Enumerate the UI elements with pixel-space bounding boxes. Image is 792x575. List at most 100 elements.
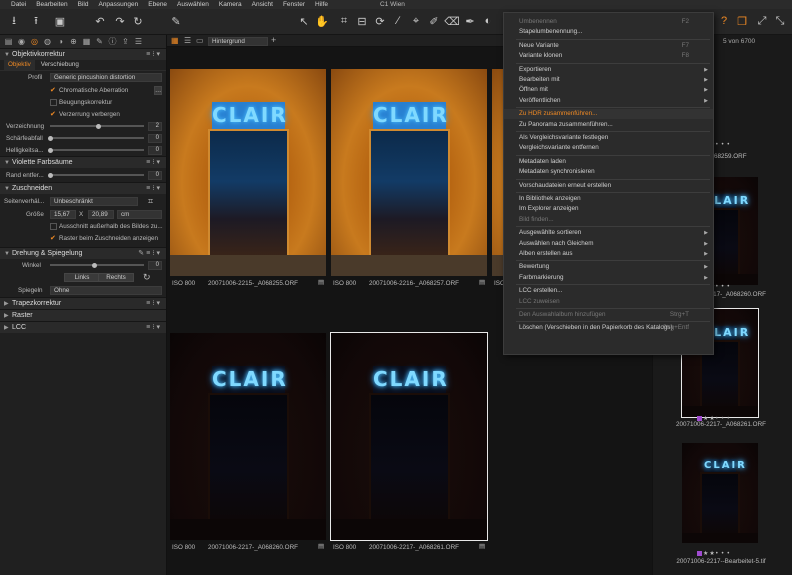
unit-dropdown[interactable]: cm bbox=[117, 209, 162, 219]
add-icon[interactable]: + bbox=[271, 35, 276, 45]
filmstrip-thumbnail[interactable]: CLAIR bbox=[682, 443, 758, 543]
context-menu-item[interactable]: In Bibliothek anzeigen bbox=[504, 194, 713, 204]
crop-tool-icon[interactable]: ⌗ bbox=[148, 196, 153, 207]
helligkeit-slider[interactable] bbox=[50, 149, 144, 151]
rotate-icon[interactable]: ⟳ bbox=[372, 13, 388, 29]
section-controls-icon[interactable]: ≡⁝▾ bbox=[146, 184, 162, 192]
helligkeit-value[interactable]: 0 bbox=[148, 145, 162, 155]
local-icon[interactable]: ▦ bbox=[82, 37, 91, 46]
section-drehung[interactable]: ▼ Drehung & Spiegelung ✎≡⁝▾ bbox=[0, 247, 166, 259]
pen-icon[interactable]: ✒ bbox=[462, 13, 478, 29]
section-zuschneiden[interactable]: ▼ Zuschneiden ≡⁝▾ bbox=[0, 182, 166, 194]
expand-icon[interactable]: ⤢ bbox=[754, 13, 770, 29]
verzeichnung-knob[interactable] bbox=[96, 123, 101, 129]
picker-icon[interactable]: ✎ bbox=[168, 13, 184, 29]
section-controls-icon[interactable]: ≡⁝▾ bbox=[146, 50, 162, 58]
verzeichnung-value[interactable]: 2 bbox=[148, 121, 162, 131]
helligkeit-knob[interactable] bbox=[48, 147, 53, 153]
grid-view-icon[interactable]: ▦ bbox=[171, 36, 179, 45]
beugung-checkbox[interactable] bbox=[50, 98, 57, 106]
rotate-right-button[interactable]: Rechts bbox=[98, 273, 134, 282]
rotate-left-button[interactable]: Links bbox=[64, 273, 100, 282]
context-menu-item[interactable]: Stapelumbenennung... bbox=[504, 27, 713, 37]
color-icon[interactable]: ◍ bbox=[43, 37, 52, 46]
context-menu-item[interactable]: Metadaten synchronisieren bbox=[504, 167, 713, 177]
context-menu-item[interactable]: Im Explorer anzeigen bbox=[504, 204, 713, 214]
verbergen-checkbox[interactable]: ✔ bbox=[50, 111, 57, 118]
thumbnail-image[interactable]: CLAIR bbox=[331, 69, 487, 276]
menu-item-datei[interactable]: Datei bbox=[6, 1, 31, 8]
schaerfe-value[interactable]: 0 bbox=[148, 133, 162, 143]
section-controls-icon[interactable]: ≡⁝▾ bbox=[146, 158, 162, 166]
layer-dropdown[interactable]: Hintergrund bbox=[208, 37, 268, 46]
context-menu-item[interactable]: Zu Panorama zusammenführen... bbox=[504, 120, 713, 130]
section-controls-icon[interactable]: ✎≡⁝▾ bbox=[138, 249, 162, 257]
list-view-icon[interactable]: ☰ bbox=[184, 36, 191, 45]
meta-icon[interactable]: ⓘ bbox=[108, 37, 117, 46]
height-input[interactable]: 20,89 bbox=[88, 209, 114, 219]
collapse-icon[interactable]: ⤡ bbox=[772, 13, 788, 29]
menu-item-auswählen[interactable]: Auswählen bbox=[172, 1, 214, 8]
menu-item-ansicht[interactable]: Ansicht bbox=[247, 1, 278, 8]
batch-icon[interactable]: ☰ bbox=[134, 37, 143, 46]
raster-checkbox[interactable]: ✔ bbox=[50, 235, 57, 242]
capture-icon[interactable]: ◉ bbox=[17, 37, 26, 46]
output-icon[interactable]: ⇪ bbox=[121, 37, 130, 46]
context-menu-item[interactable]: Vorschaudateien erneut erstellen bbox=[504, 181, 713, 191]
color-label-icon[interactable] bbox=[697, 551, 702, 556]
rand-knob[interactable] bbox=[48, 172, 53, 178]
library-icon[interactable]: ▤ bbox=[4, 37, 13, 46]
rand-slider[interactable] bbox=[50, 174, 144, 176]
import-icon[interactable]: ⭳ bbox=[6, 13, 22, 29]
context-menu-item[interactable]: Auswählen nach Gleichem ▶ bbox=[504, 239, 713, 249]
context-menu-item[interactable]: Veröffentlichen ▶ bbox=[504, 96, 713, 106]
context-menu-item[interactable]: Farbmarkierung ▶ bbox=[504, 273, 713, 283]
width-input[interactable]: 15,67 bbox=[50, 209, 76, 219]
compare-icon[interactable]: ❐ bbox=[734, 13, 750, 29]
spot-icon[interactable]: ⌖ bbox=[408, 13, 424, 29]
brush-icon[interactable]: ✐ bbox=[426, 13, 442, 29]
context-menu-item[interactable]: Metadaten laden bbox=[504, 157, 713, 167]
context-menu-item[interactable]: Zu HDR zusammenführen... bbox=[504, 109, 713, 120]
cursor-icon[interactable]: ↖ bbox=[296, 13, 312, 29]
schaerfe-knob[interactable] bbox=[48, 135, 53, 141]
eraser-icon[interactable]: ⌫ bbox=[444, 13, 460, 29]
straighten-icon[interactable]: ∕ bbox=[390, 13, 406, 29]
undo-icon[interactable]: ↶ bbox=[92, 13, 108, 29]
export-icon[interactable]: ⭱ bbox=[28, 13, 44, 29]
section-trapezkorrektur[interactable]: ▶ Trapezkorrektur ≡⁝▾ bbox=[0, 297, 166, 309]
menu-item-hilfe[interactable]: Hilfe bbox=[310, 1, 333, 8]
spiegeln-dropdown[interactable]: Ohne bbox=[50, 286, 162, 295]
thumbnail-image[interactable]: CLAIR bbox=[330, 332, 488, 541]
context-menu-item[interactable]: LCC erstellen... bbox=[504, 286, 713, 296]
context-menu-item[interactable]: Als Vergleichsvariante festlegen bbox=[504, 133, 713, 143]
adjust-icon[interactable]: ✎ bbox=[95, 37, 104, 46]
redo-icon[interactable]: ↷ bbox=[112, 13, 128, 29]
hand-icon[interactable]: ✋ bbox=[314, 13, 330, 29]
rotate-free-icon[interactable]: ↻ bbox=[143, 272, 151, 283]
help-icon[interactable]: ? bbox=[716, 13, 732, 29]
context-menu-item[interactable]: Variante klonen F8 bbox=[504, 51, 713, 61]
more-button[interactable]: … bbox=[154, 85, 162, 95]
thumbnail-menu-icon[interactable]: ▤ bbox=[318, 279, 324, 286]
context-menu-item[interactable]: Vergleichsvariante entfernen bbox=[504, 143, 713, 153]
section-controls-icon[interactable]: ≡⁝▾ bbox=[146, 299, 162, 307]
context-menu-item[interactable]: Bewertung ▶ bbox=[504, 262, 713, 272]
detail-icon[interactable]: ⊕ bbox=[69, 37, 78, 46]
section-raster[interactable]: ▶ Raster bbox=[0, 309, 166, 321]
section-lcc[interactable]: ▶ LCC ≡⁝▾ bbox=[0, 321, 166, 333]
menu-item-anpassungen[interactable]: Anpassungen bbox=[93, 1, 143, 8]
context-menu-item[interactable]: Löschen (Verschieben in den Papierkorb d… bbox=[504, 323, 713, 333]
thumbnail-image[interactable]: CLAIR bbox=[170, 333, 326, 540]
menu-item-bearbeiten[interactable]: Bearbeiten bbox=[31, 1, 72, 8]
context-menu-item[interactable]: Ausgewählte sortieren ▶ bbox=[504, 228, 713, 238]
context-menu-item[interactable]: Exportieren ▶ bbox=[504, 65, 713, 75]
chrom-checkbox[interactable]: ✔ bbox=[50, 87, 57, 94]
rating-stars-icon[interactable]: ★★• • • bbox=[703, 550, 730, 557]
rand-value[interactable]: 0 bbox=[148, 170, 162, 180]
menu-item-bild[interactable]: Bild bbox=[73, 1, 94, 8]
filmstrip-view-icon[interactable]: ▭ bbox=[196, 36, 204, 45]
seiten-dropdown[interactable]: Unbeschränkt bbox=[50, 196, 138, 206]
reset-icon[interactable]: ↻ bbox=[130, 13, 146, 29]
menu-item-ebene[interactable]: Ebene bbox=[143, 1, 172, 8]
